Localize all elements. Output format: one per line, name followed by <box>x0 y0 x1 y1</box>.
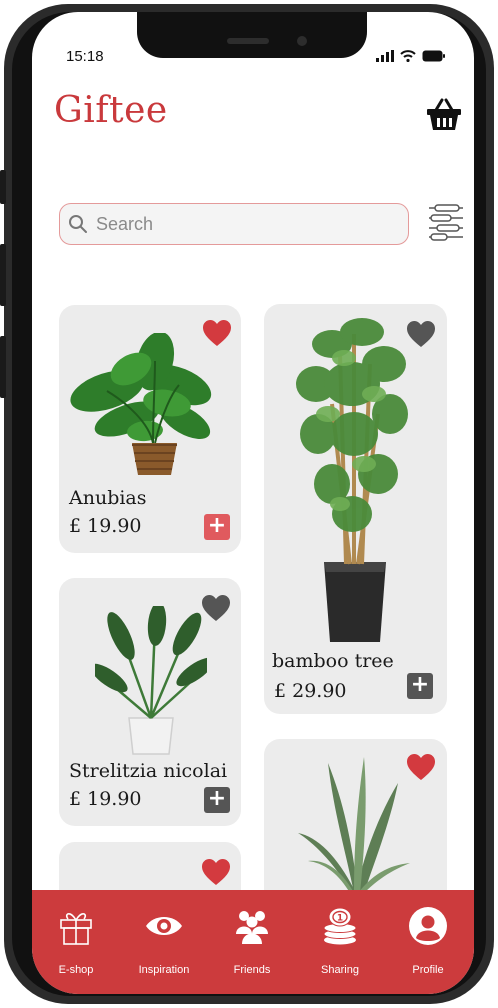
camera <box>297 36 307 46</box>
heart-icon[interactable] <box>201 858 231 886</box>
speaker <box>227 38 269 44</box>
add-to-cart-button[interactable]: + <box>204 514 230 540</box>
product-price: £ 19.90 <box>69 788 142 810</box>
product-card-strelitzia-nicolai[interactable]: Strelitzia nicolai £ 19.90 + <box>59 578 241 826</box>
bottom-nav: E-shop Inspiration Friends 1 Sharing Pro… <box>32 890 474 994</box>
status-icons <box>376 50 446 62</box>
product-price: £ 29.90 <box>274 680 347 702</box>
nav-label: Profile <box>412 964 444 976</box>
gift-icon <box>60 913 92 945</box>
notch <box>137 12 367 58</box>
nav-item-inspiration[interactable]: Inspiration <box>120 890 208 994</box>
app-logo: Giftee <box>54 90 168 131</box>
add-to-cart-button[interactable]: + <box>204 787 230 813</box>
volume-up-button <box>0 244 6 306</box>
filter-icon[interactable] <box>427 202 465 242</box>
search-icon <box>69 215 87 233</box>
product-name: Anubias <box>69 487 147 509</box>
plant-image-strelitzia-nicolai <box>95 606 207 755</box>
nav-label: Inspiration <box>138 964 190 976</box>
product-card-anubias[interactable]: Anubias £ 19.90 + <box>59 305 241 553</box>
search-input[interactable] <box>94 212 394 236</box>
nav-item-friends[interactable]: Friends <box>208 890 296 994</box>
plant-image-snake-plant <box>298 757 410 893</box>
nav-label: Sharing <box>321 964 359 976</box>
product-card-bamboo-tree[interactable]: bamboo tree £ 29.90 + <box>264 304 447 714</box>
volume-down-button <box>0 336 6 398</box>
nav-label: E-shop <box>58 964 94 976</box>
product-name: bamboo tree <box>272 650 394 672</box>
add-to-cart-button[interactable]: + <box>407 673 433 699</box>
product-name: Strelitzia nicolai <box>69 760 228 782</box>
basket-icon[interactable] <box>426 98 462 132</box>
nav-item-sharing[interactable]: 1 Sharing <box>296 890 384 994</box>
status-time: 15:18 <box>66 48 104 65</box>
search-bar[interactable] <box>59 203 409 245</box>
nav-label: Friends <box>233 964 271 976</box>
product-price: £ 19.90 <box>69 515 142 537</box>
nav-item-e-shop[interactable]: E-shop <box>32 890 120 994</box>
side-button <box>0 170 6 204</box>
svg-text:1: 1 <box>337 914 343 924</box>
profile-icon <box>409 907 447 945</box>
app-screen: 15:18 Giftee Search Anubias £ 19.90 + ba… <box>32 12 474 994</box>
coins-icon: 1 <box>323 907 357 945</box>
signal-icon <box>376 50 394 62</box>
nav-item-profile[interactable]: Profile <box>384 890 472 994</box>
plant-image-anubias <box>70 333 212 475</box>
battery-icon <box>422 50 445 62</box>
wifi-icon <box>400 50 416 62</box>
eye-icon <box>146 917 182 935</box>
people-icon <box>236 911 268 944</box>
plant-image-bamboo-tree <box>296 318 408 642</box>
